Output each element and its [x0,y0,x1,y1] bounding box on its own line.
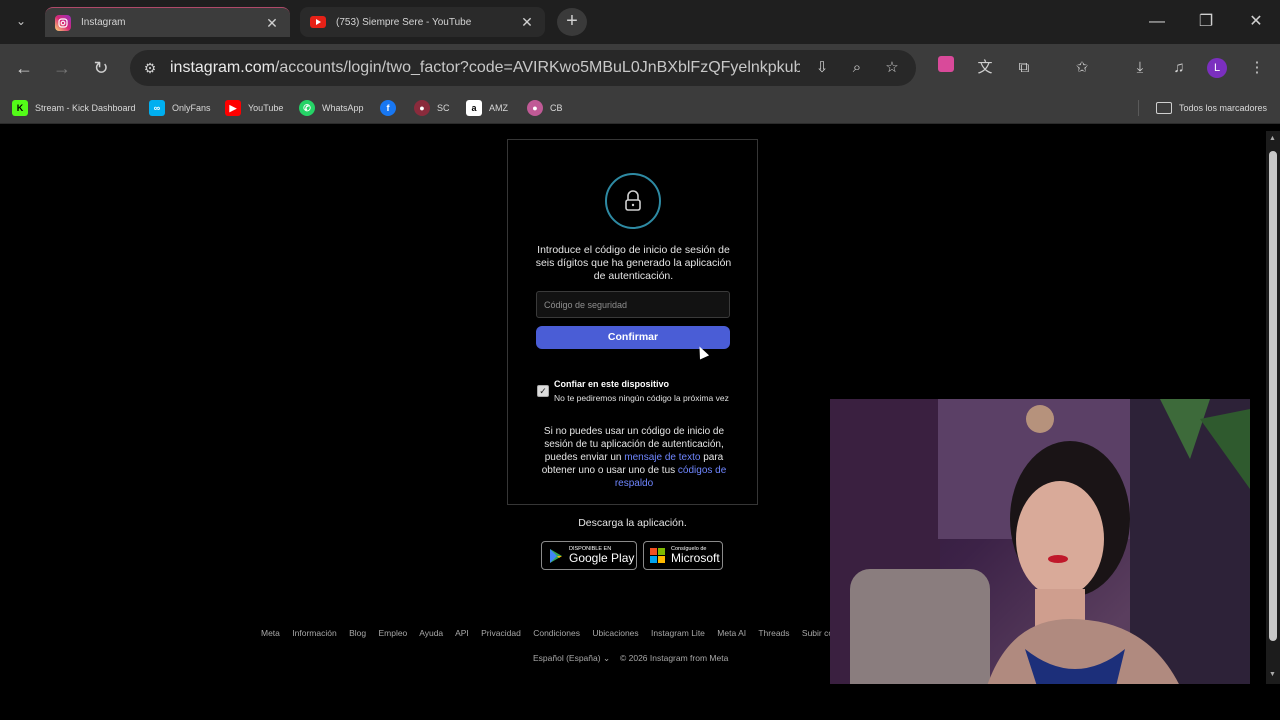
bookmarks-separator [1138,100,1139,116]
footer-link[interactable]: Privacidad [481,628,521,638]
extensions-puzzle-icon[interactable]: ⧉ [1012,56,1036,80]
url-text[interactable]: instagram.com/accounts/login/two_factor?… [170,59,800,77]
tab-strip: ⌄ Instagram ✕ (753) Siempre Sere - YouTu… [0,0,1280,44]
microsoft-store-badge[interactable]: Consíguelo de Microsoft [643,541,723,570]
language-selector[interactable]: Español (España) ⌄ [533,653,610,664]
cb-icon: ● [527,100,543,116]
footer-link[interactable]: Meta [261,628,280,638]
footer-link[interactable]: Blog [349,628,366,638]
bookmark-kick[interactable]: K Stream - Kick Dashboard [12,99,136,117]
footer-link[interactable]: Subir contactos [802,628,830,638]
footer-link[interactable]: Ayuda [419,628,443,638]
download-app-text: Descarga la aplicación. [578,517,687,529]
translate-icon[interactable]: 文 [973,56,997,80]
instagram-icon [55,14,71,31]
folder-icon [1156,102,1172,114]
footer-link[interactable]: Instagram Lite [651,628,705,638]
close-icon[interactable]: ✕ [264,15,280,31]
sc-icon: ● [414,100,430,116]
scrollbar-thumb[interactable] [1269,151,1277,641]
tab-youtube[interactable]: (753) Siempre Sere - YouTube ✕ [300,7,545,37]
new-tab-button[interactable]: + [557,8,587,36]
restore-icon[interactable]: ❐ [1194,10,1218,34]
minimize-icon[interactable]: — [1145,10,1169,34]
scroll-down-icon[interactable]: ▼ [1269,671,1276,678]
bottom-bar [0,684,1280,720]
close-window-icon[interactable]: ✕ [1244,10,1268,34]
onlyfans-icon: ∞ [149,100,165,116]
security-code-input[interactable] [536,291,730,318]
scroll-up-icon[interactable]: ▲ [1269,135,1276,142]
all-bookmarks[interactable]: Todos los marcadores [1156,99,1267,117]
webcam-overlay [830,399,1250,711]
footer-links: Meta Información Blog Empleo Ayuda API P… [261,628,830,642]
alternative-options-text: Si no puedes usar un código de inicio de… [541,426,727,489]
zoom-icon[interactable]: ⌕ [845,56,869,80]
bookmark-onlyfans[interactable]: ∞ OnlyFans [149,99,211,117]
tab-search-chevron-icon[interactable]: ⌄ [10,10,32,32]
back-icon[interactable]: ← [12,56,36,80]
footer-link[interactable]: Información [292,628,336,638]
copyright-text: © 2026 Instagram from Meta [620,653,729,663]
footer-link[interactable]: Meta AI [717,628,746,638]
footer-link[interactable]: Threads [758,628,789,638]
youtube-icon: ▶ [225,100,241,116]
bookmarks-bar: K Stream - Kick Dashboard ∞ OnlyFans ▶ YouT… [0,92,1280,124]
profile-avatar[interactable]: L [1207,58,1227,78]
amazon-icon: a [466,100,482,116]
chevron-down-icon: ⌄ [602,653,611,663]
bookmark-whatsapp[interactable]: ✆ WhatsApp [299,99,364,117]
youtube-icon [310,16,326,28]
footer-link[interactable]: API [455,628,469,638]
favorites-icon[interactable]: ✩ [1070,56,1094,80]
bookmark-sc[interactable]: ● SC [414,99,450,117]
trust-device-checkbox[interactable]: ✓ [537,385,549,397]
address-bar[interactable]: ⚙ instagram.com/accounts/login/two_facto… [130,50,916,86]
menu-dots-icon[interactable]: ⋮ [1245,56,1269,80]
google-play-icon [550,548,562,563]
footer-link[interactable]: Ubicaciones [592,628,638,638]
tab-title: (753) Siempre Sere - YouTube [336,16,472,28]
lock-icon [605,173,661,229]
trust-device-label: Confiar en este dispositivo [554,379,670,389]
close-icon[interactable]: ✕ [519,14,535,30]
bookmark-facebook[interactable]: f [380,99,403,117]
kick-icon: K [12,100,28,116]
bookmark-cb[interactable]: ● CB [527,99,563,117]
page-scrollbar[interactable]: ▲ ▼ [1266,131,1280,684]
download-icon[interactable]: ⤓ [1128,56,1152,80]
footer-link[interactable]: Condiciones [533,628,580,638]
whatsapp-icon: ✆ [299,100,315,116]
bookmark-youtube[interactable]: ▶ YouTube [225,99,283,117]
trust-device-subtext: No te pediremos ningún código la próxima… [554,393,729,403]
tab-title: Instagram [81,17,126,28]
google-play-badge[interactable]: DISPONIBLE EN Google Play [541,541,637,570]
install-app-icon[interactable]: ⇩ [810,56,834,80]
toolbar: ← → ↻ ⚙ instagram.com/accounts/login/two… [0,44,1280,92]
footer-link[interactable]: Empleo [378,628,407,638]
webcam-feed-image [830,399,1250,711]
media-control-icon[interactable]: ♫ [1167,56,1191,80]
forward-icon[interactable]: → [50,56,74,80]
site-info-icon[interactable]: ⚙ [138,56,162,80]
reload-icon[interactable]: ↻ [89,56,113,80]
microsoft-icon [650,547,665,563]
extension-pink-icon[interactable] [934,56,958,80]
two-factor-card: Introduce el código de inicio de sesión … [507,139,758,505]
text-message-link[interactable]: mensaje de texto [624,452,700,463]
bookmark-amz[interactable]: a AMZ [466,99,508,117]
facebook-icon: f [380,100,396,116]
tab-instagram[interactable]: Instagram ✕ [45,7,290,37]
bookmark-star-icon[interactable]: ☆ [880,56,904,80]
instructions-text: Introduce el código de inicio de sesión … [535,244,732,282]
